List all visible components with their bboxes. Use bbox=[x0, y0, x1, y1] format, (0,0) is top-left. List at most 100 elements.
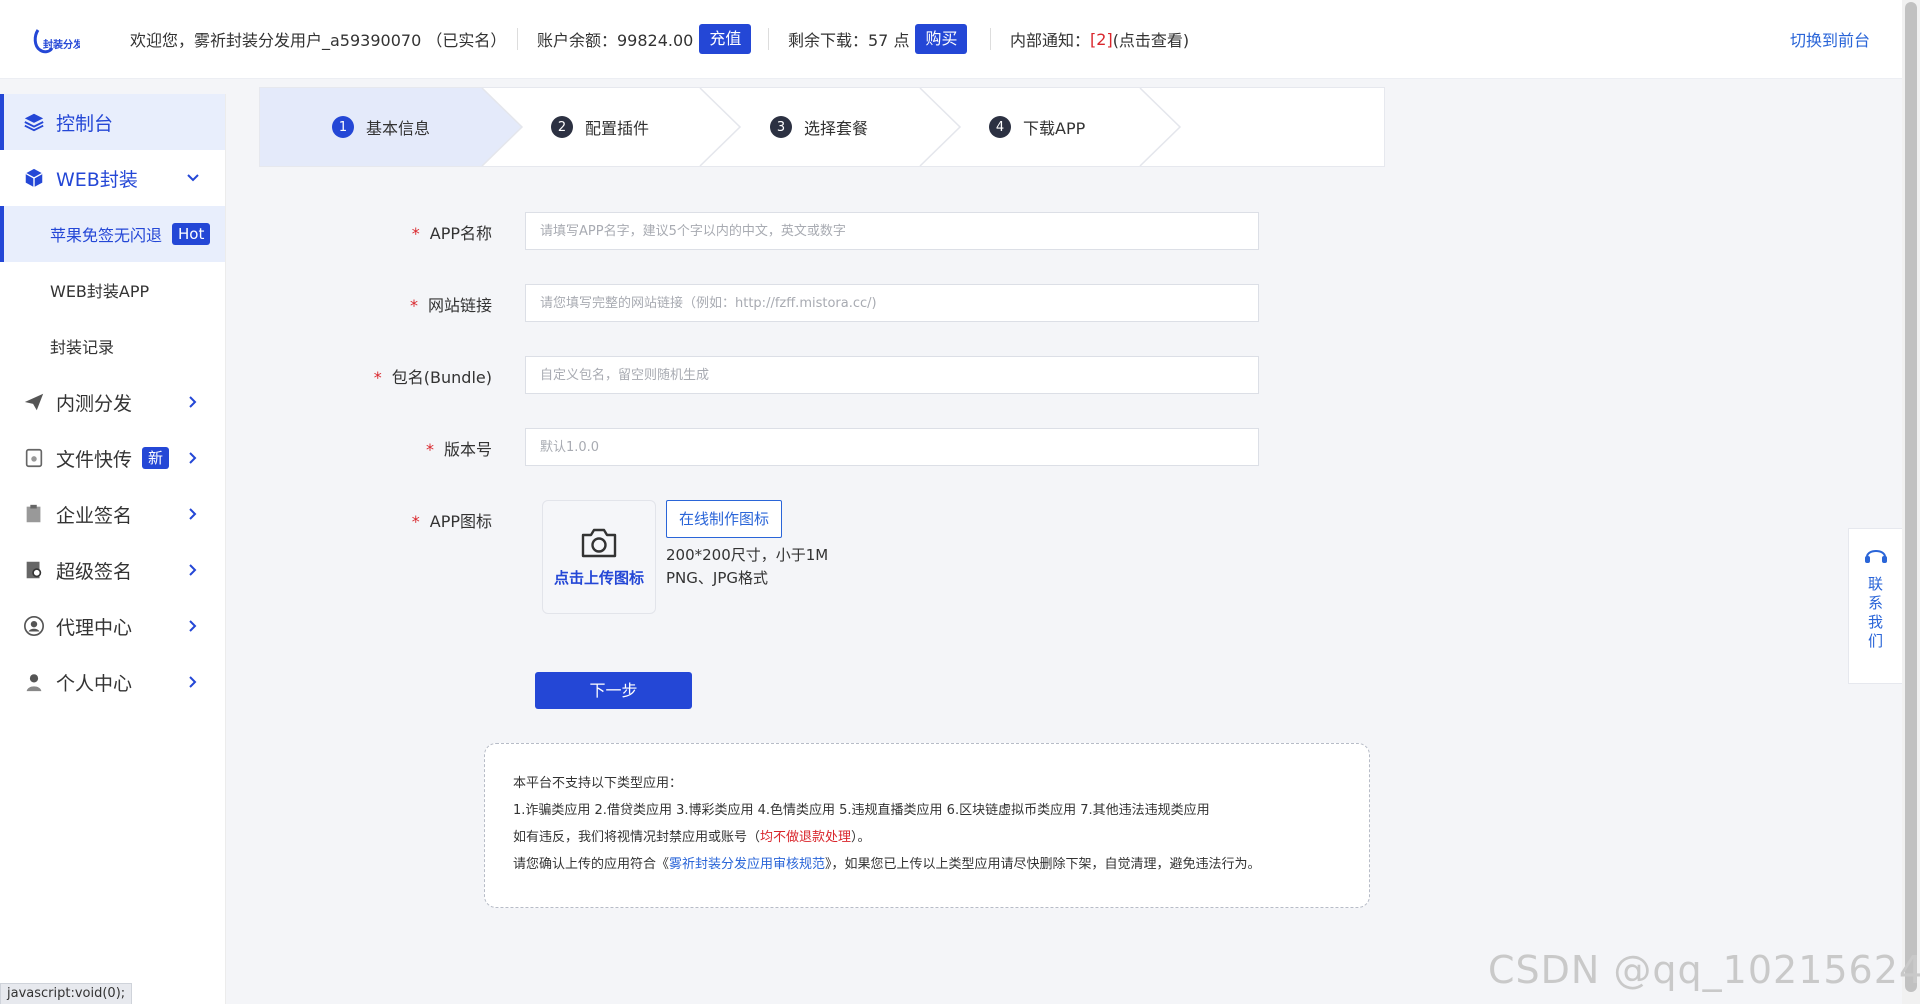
user-circle-icon bbox=[22, 614, 46, 638]
bundle-input[interactable] bbox=[525, 356, 1259, 394]
step-download-app[interactable]: 4 下载APP bbox=[989, 88, 1085, 166]
divider bbox=[517, 28, 518, 50]
paper-plane-icon bbox=[22, 390, 46, 414]
next-step-button[interactable]: 下一步 bbox=[535, 672, 692, 709]
make-icon-online-button[interactable]: 在线制作图标 bbox=[666, 500, 783, 538]
chevron-right-icon bbox=[189, 396, 197, 408]
notice-line: 本平台不支持以下类型应用： bbox=[513, 776, 683, 791]
top-bar: 封装分发 欢迎您，雾祈封装分发用户_a59390070 （已实名） 账户余额：9… bbox=[0, 0, 1902, 79]
required-mark: * bbox=[409, 296, 418, 315]
app-name-label: * APP名称 bbox=[332, 220, 492, 244]
review-rules-link[interactable]: 雾祈封装分发应用审核规范 bbox=[669, 857, 825, 872]
step-progress: 1 基本信息 2 配置插件 3 选择套餐 4 下载APP bbox=[259, 87, 1385, 167]
sidebar-item-label: WEB封装 bbox=[56, 168, 138, 191]
divider bbox=[990, 28, 991, 50]
required-mark: * bbox=[425, 440, 434, 459]
step-label: 选择套餐 bbox=[804, 119, 869, 138]
step-number: 2 bbox=[551, 116, 573, 138]
notice-text: ）。 bbox=[851, 830, 871, 845]
hot-badge: Hot bbox=[172, 223, 211, 245]
document-search-icon bbox=[22, 558, 46, 582]
sidebar-subitem-web-pack-app[interactable]: WEB封装APP bbox=[0, 262, 225, 318]
recharge-button[interactable]: 充值 bbox=[699, 24, 752, 54]
sidebar-item-enterprise-signing[interactable]: 企业签名 bbox=[0, 486, 225, 542]
sidebar-item-label: 控制台 bbox=[56, 112, 114, 135]
version-input[interactable] bbox=[525, 428, 1259, 466]
sidebar-item-super-signing[interactable]: 超级签名 bbox=[0, 542, 225, 598]
scrollbar-thumb[interactable] bbox=[1905, 2, 1917, 992]
step-config-plugins[interactable]: 2 配置插件 bbox=[551, 88, 649, 166]
step-label: 基本信息 bbox=[366, 119, 431, 138]
required-mark: * bbox=[411, 512, 420, 531]
version-label: * 版本号 bbox=[332, 436, 492, 460]
no-refund-text: 均不做退款处理 bbox=[760, 830, 852, 845]
website-url-input[interactable] bbox=[525, 284, 1259, 322]
notice-tail[interactable]: (点击查看) bbox=[1113, 27, 1190, 51]
step-label: 配置插件 bbox=[585, 119, 650, 138]
website-url-label: * 网站链接 bbox=[332, 292, 492, 316]
sidebar-item-agent-center[interactable]: 代理中心 bbox=[0, 598, 225, 654]
chevron-right-icon bbox=[189, 676, 197, 688]
chevron-right-icon bbox=[189, 620, 197, 632]
step-select-package[interactable]: 3 选择套餐 bbox=[770, 88, 868, 166]
sidebar-item-label: 企业签名 bbox=[56, 504, 133, 527]
sidebar-item-web-pack[interactable]: WEB封装 bbox=[0, 150, 225, 206]
sidebar-item-file-transfer[interactable]: 文件快传 新 bbox=[0, 430, 225, 486]
contact-us-text: 联系我们 bbox=[1867, 575, 1883, 650]
step-number: 1 bbox=[332, 116, 354, 138]
step-basic-info[interactable]: 1 基本信息 bbox=[332, 88, 430, 166]
chevron-right-icon bbox=[189, 452, 197, 464]
csdn-watermark: CSDN @qq_1021562451 bbox=[1488, 948, 1920, 992]
icon-size-hint: 200*200尺寸，小于1M bbox=[666, 546, 829, 564]
browser-status-bar: javascript:void(0); bbox=[0, 983, 133, 1004]
label-text: 网站链接 bbox=[427, 296, 492, 315]
sidebar: 控制台 WEB封装 苹果免签无闪退 Hot WEB封装APP 封装记录 内测分发… bbox=[0, 94, 226, 1004]
app-icon-label: * APP图标 bbox=[332, 508, 492, 532]
new-badge: 新 bbox=[142, 447, 170, 469]
required-mark: * bbox=[373, 368, 382, 387]
sidebar-subitem-pack-records[interactable]: 封装记录 bbox=[0, 318, 225, 374]
notice-text: 》，如果您已上传以上类型应用请尽快删除下架，自觉清理，避免违法行为。 bbox=[825, 857, 1261, 872]
upload-icon-text: 点击上传图标 bbox=[553, 568, 644, 587]
sidebar-item-label: 代理中心 bbox=[56, 616, 133, 639]
downloads-area: 剩余下载：57 点 购买 bbox=[788, 0, 968, 78]
file-icon bbox=[22, 446, 46, 470]
balance-area: 账户余额：99824.00 充值 bbox=[537, 0, 752, 78]
welcome-text: 欢迎您，雾祈封装分发用户_a59390070 （已实名） bbox=[130, 31, 507, 50]
policy-notice: 本平台不支持以下类型应用： 1.诈骗类应用 2.借贷类应用 3.博彩类应用 4.… bbox=[484, 743, 1370, 908]
divider bbox=[768, 28, 769, 50]
brand-logo[interactable]: 封装分发 bbox=[32, 26, 80, 56]
sidebar-item-label: 文件快传 bbox=[56, 448, 133, 471]
chevron-down-icon bbox=[187, 174, 199, 182]
switch-to-frontend-link[interactable]: 切换到前台 bbox=[1790, 0, 1870, 78]
clipboard-icon bbox=[22, 502, 46, 526]
sidebar-item-label: 超级签名 bbox=[56, 560, 133, 583]
bundle-label: * 包名(Bundle) bbox=[332, 364, 492, 388]
sidebar-subitem-label: 苹果免签无闪退 bbox=[50, 226, 163, 245]
label-text: APP图标 bbox=[429, 512, 492, 531]
internal-notice[interactable]: 内部通知： [2] (点击查看) bbox=[1010, 0, 1189, 78]
page-scrollbar[interactable] bbox=[1902, 0, 1920, 1004]
notice-line: 请您确认上传的应用符合《雾祈封装分发应用审核规范》，如果您已上传以上类型应用请尽… bbox=[513, 851, 1341, 878]
sidebar-item-beta-distribution[interactable]: 内测分发 bbox=[0, 374, 225, 430]
contact-us-widget[interactable]: 联系我们 bbox=[1848, 528, 1902, 684]
sidebar-item-personal-center[interactable]: 个人中心 bbox=[0, 654, 225, 710]
balance-label: 账户余额：99824.00 bbox=[537, 31, 694, 50]
icon-upload-area[interactable]: 点击上传图标 bbox=[542, 500, 656, 614]
layers-icon bbox=[22, 110, 46, 134]
sidebar-subitem-apple-no-crash[interactable]: 苹果免签无闪退 Hot bbox=[0, 206, 225, 262]
notice-text: 请您确认上传的应用符合《 bbox=[513, 857, 670, 872]
app-name-input[interactable] bbox=[525, 212, 1259, 250]
sidebar-item-dashboard[interactable]: 控制台 bbox=[0, 94, 225, 150]
icon-format-hint: PNG、JPG格式 bbox=[666, 569, 768, 587]
chevron-right-icon bbox=[189, 564, 197, 576]
notice-line: 1.诈骗类应用 2.借贷类应用 3.博彩类应用 4.色情类应用 5.违规直播类应… bbox=[513, 803, 1210, 818]
box-icon bbox=[22, 166, 46, 190]
logo-text: 封装分发 bbox=[43, 38, 80, 51]
sidebar-subitem-label: WEB封装APP bbox=[50, 282, 150, 301]
required-mark: * bbox=[411, 224, 420, 243]
step-number: 3 bbox=[770, 116, 792, 138]
label-text: 版本号 bbox=[443, 440, 492, 459]
notice-count[interactable]: [2] bbox=[1090, 30, 1113, 49]
buy-button[interactable]: 购买 bbox=[915, 24, 968, 54]
